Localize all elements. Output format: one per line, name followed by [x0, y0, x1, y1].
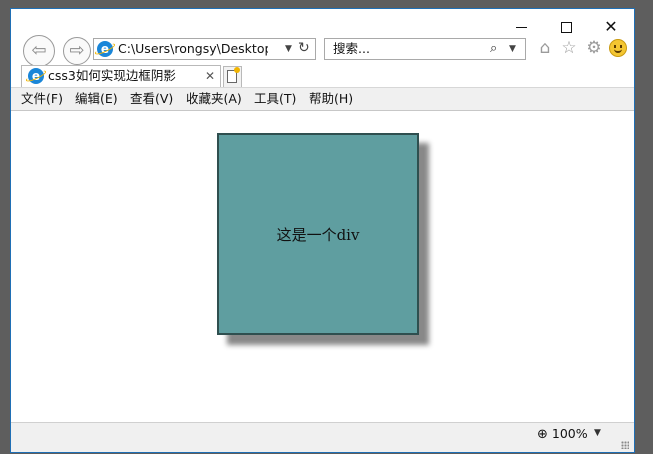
- home-icon[interactable]: ⌂: [535, 38, 555, 58]
- forward-button[interactable]: ⇨: [63, 37, 91, 65]
- address-dropdown-icon[interactable]: ▼: [285, 39, 292, 59]
- menu-edit[interactable]: 编辑(E): [75, 88, 118, 110]
- search-input[interactable]: 搜索...: [333, 39, 370, 59]
- status-bar: ⊕ 100% ▼: [11, 422, 634, 452]
- menu-view[interactable]: 查看(V): [130, 88, 173, 110]
- tab-label: css3如何实现边框阴影: [48, 68, 176, 83]
- favorites-star-icon[interactable]: ☆: [559, 38, 579, 58]
- feedback-smiley-icon[interactable]: [609, 39, 627, 57]
- menu-file[interactable]: 文件(F): [21, 88, 63, 110]
- zoom-control[interactable]: ⊕ 100%: [537, 426, 588, 442]
- address-bar[interactable]: e C:\Users\rongsy\Desktop\1 ▼ ↻: [93, 38, 316, 60]
- tab-close-icon[interactable]: ✕: [205, 66, 215, 86]
- new-tab-star-icon: [234, 67, 240, 73]
- tab-active[interactable]: e css3如何实现边框阴影 ✕: [21, 65, 221, 87]
- ie-tab-icon: e: [28, 68, 44, 84]
- div-text: 这是一个div: [276, 225, 360, 244]
- menu-help[interactable]: 帮助(H): [309, 88, 353, 110]
- close-window-button[interactable]: ✕: [601, 19, 621, 35]
- new-tab-button[interactable]: [223, 66, 242, 87]
- minimize-button[interactable]: [512, 19, 532, 35]
- zoom-level: 100%: [551, 426, 588, 441]
- resize-grip[interactable]: [621, 441, 629, 449]
- search-icon[interactable]: ⌕: [490, 39, 497, 59]
- maximize-button[interactable]: [557, 19, 577, 35]
- refresh-icon[interactable]: ↻: [298, 38, 310, 58]
- menu-favorites[interactable]: 收藏夹(A): [186, 88, 242, 110]
- ie-page-icon: e: [97, 41, 113, 57]
- browser-window: ✕ ⇦ ⇨ e C:\Users\rongsy\Desktop\1 ▼ ↻ 搜索…: [10, 8, 635, 453]
- address-text[interactable]: C:\Users\rongsy\Desktop\1: [118, 39, 268, 59]
- menu-bar: 文件(F) 编辑(E) 查看(V) 收藏夹(A) 工具(T) 帮助(H): [11, 87, 634, 111]
- search-dropdown-icon[interactable]: ▼: [509, 39, 516, 59]
- search-box[interactable]: 搜索... ⌕ ▼: [324, 38, 526, 60]
- shadow-div: 这是一个div: [217, 133, 419, 335]
- back-button[interactable]: ⇦: [23, 35, 55, 67]
- menu-tools[interactable]: 工具(T): [254, 88, 296, 110]
- page-content: 这是一个div: [11, 111, 634, 421]
- zoom-icon: ⊕: [537, 427, 548, 442]
- zoom-dropdown-icon[interactable]: ▼: [594, 428, 601, 438]
- gear-icon[interactable]: ⚙: [584, 38, 604, 58]
